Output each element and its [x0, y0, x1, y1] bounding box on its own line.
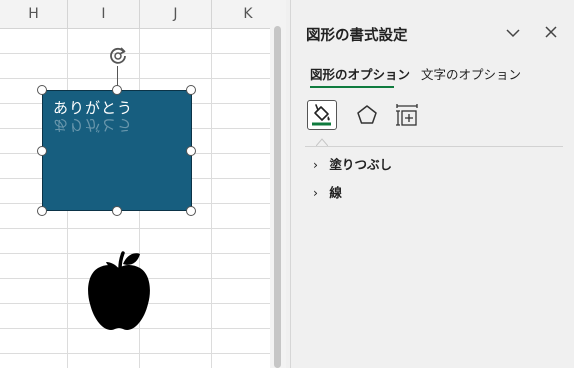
spreadsheet-area[interactable]: H I J K ありがとう ありがとう — [0, 0, 270, 368]
resize-handle-left[interactable] — [37, 146, 47, 156]
rotate-handle-icon[interactable] — [107, 45, 129, 67]
resize-handle-top-right[interactable] — [186, 85, 196, 95]
resize-handle-top-left[interactable] — [37, 85, 47, 95]
scrollbar-thumb[interactable] — [274, 26, 281, 368]
section-line-label: 線 — [329, 185, 342, 200]
effects-button[interactable] — [352, 100, 382, 130]
resize-handle-bottom-right[interactable] — [186, 206, 196, 216]
pane-title: 図形の書式設定 — [306, 28, 408, 44]
grid-row-line — [0, 353, 270, 354]
pane-separator — [305, 146, 563, 147]
resize-handle-right[interactable] — [186, 146, 196, 156]
tab-text-options[interactable]: 文字のオプション — [421, 64, 521, 83]
close-icon[interactable] — [542, 23, 560, 41]
resize-handle-bottom-left[interactable] — [37, 206, 47, 216]
section-line[interactable]: › 線 — [313, 182, 342, 201]
size-properties-button[interactable] — [392, 100, 422, 130]
grid-row-line — [0, 53, 270, 54]
fill-line-icon — [312, 104, 331, 126]
resize-handle-top[interactable] — [112, 85, 122, 95]
grid-column-line — [211, 29, 212, 368]
fill-line-button[interactable] — [307, 100, 337, 130]
grid-row-line — [0, 78, 270, 79]
chevron-right-icon: › — [313, 157, 318, 172]
tab-shape-options[interactable]: 図形のオプション — [310, 64, 410, 83]
effects-pentagon-icon — [357, 105, 377, 124]
format-shape-pane: 図形の書式設定 図形のオプション 文字のオプション › 塗りつぶし › 線 — [291, 0, 574, 368]
column-header-k[interactable]: K — [212, 0, 270, 28]
chevron-down-icon[interactable] — [503, 24, 523, 42]
column-header-i[interactable]: I — [68, 0, 140, 28]
column-headers: H I J K — [0, 0, 270, 29]
grid-row-line — [0, 228, 270, 229]
column-header-h[interactable]: H — [0, 0, 68, 28]
size-properties-icon — [396, 104, 418, 126]
section-fill[interactable]: › 塗りつぶし — [313, 154, 392, 173]
shape-text-reflection: ありがとう — [53, 116, 134, 134]
selected-rectangle-shape[interactable]: ありがとう ありがとう — [42, 90, 192, 211]
chevron-right-icon: › — [313, 185, 318, 200]
column-header-j[interactable]: J — [140, 0, 212, 28]
apple-icon[interactable] — [83, 250, 155, 332]
vertical-scrollbar[interactable] — [270, 0, 286, 368]
resize-handle-bottom[interactable] — [112, 206, 122, 216]
section-fill-label: 塗りつぶし — [329, 157, 392, 172]
selected-tab-indicator — [310, 86, 394, 88]
